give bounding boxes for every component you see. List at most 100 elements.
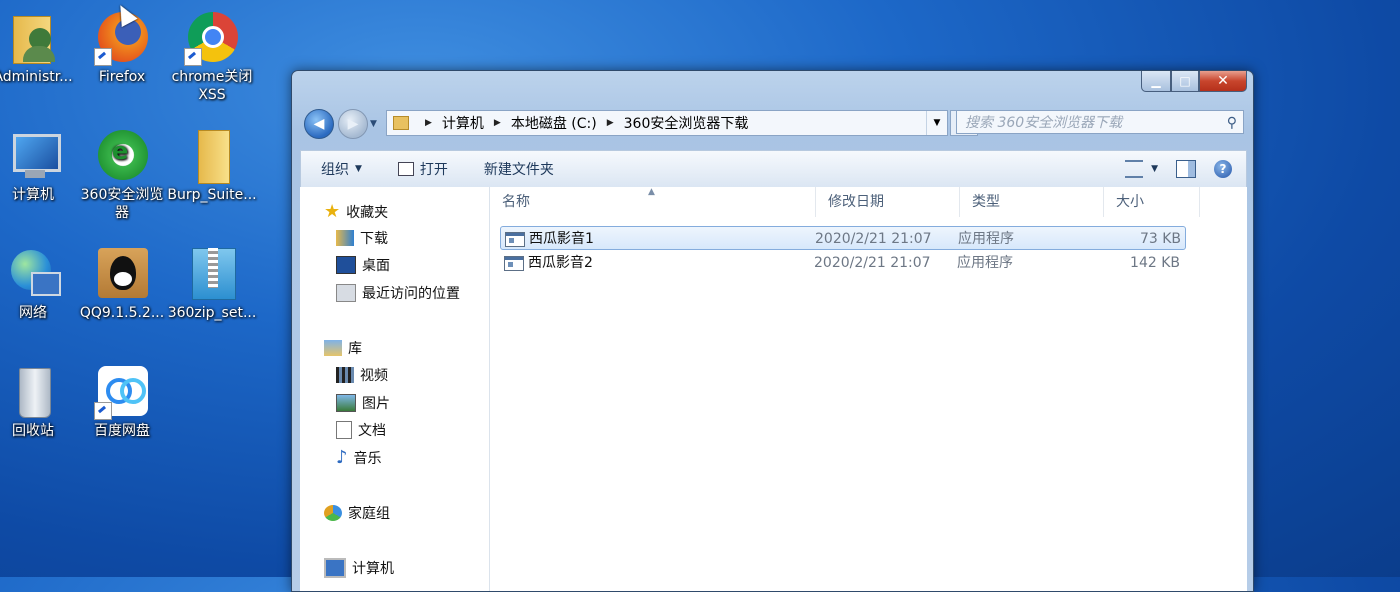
file-row[interactable]: 西瓜影音1 2020/2/21 21:07 应用程序 73 KB bbox=[500, 226, 1186, 250]
desktop-icon-chrome[interactable]: chrome关闭XSS bbox=[167, 10, 257, 104]
column-header-type[interactable]: 类型 bbox=[960, 187, 1104, 217]
back-button[interactable]: ◀ bbox=[304, 109, 334, 139]
maximize-button[interactable]: □ bbox=[1171, 71, 1199, 92]
column-label: 类型 bbox=[972, 194, 1000, 210]
search-icon[interactable]: ⚲ bbox=[1227, 111, 1237, 135]
chrome-icon bbox=[184, 10, 240, 66]
column-header-name[interactable]: ▲ 名称 bbox=[490, 187, 816, 217]
homegroup-icon bbox=[324, 505, 342, 521]
desktop-icon-label: 360安全浏览器 bbox=[80, 187, 164, 221]
address-dropdown-icon[interactable]: ▼ bbox=[926, 111, 947, 135]
desktop-icon bbox=[336, 256, 356, 274]
file-name: 西瓜影音2 bbox=[528, 255, 593, 271]
nav-label: 家庭组 bbox=[348, 506, 390, 522]
desktop-icon-label: chrome关闭XSS bbox=[171, 69, 253, 103]
nav-favorites[interactable]: ★ 收藏夹 bbox=[324, 201, 388, 222]
computer-icon bbox=[324, 558, 346, 578]
nav-desktop[interactable]: 桌面 bbox=[336, 255, 390, 275]
organize-label: 组织 bbox=[321, 162, 349, 178]
nav-label: 图片 bbox=[362, 396, 390, 412]
command-bar: 组织 ▼ 打开 新建文件夹 ▼ ? bbox=[300, 150, 1247, 188]
desktop-icon-label: QQ9.1.5.2... bbox=[79, 305, 165, 321]
baidu-netdisk-icon bbox=[94, 364, 150, 420]
recent-places-icon bbox=[336, 284, 356, 302]
help-button[interactable]: ? bbox=[1214, 160, 1232, 178]
recent-pages-dropdown[interactable]: ▼ bbox=[370, 119, 377, 129]
preview-pane-button[interactable] bbox=[1176, 160, 1196, 178]
content-area: ★ 收藏夹 下载 桌面 最近访问的位置 库 视频 图片 文档 ♪ 音乐 家庭组 … bbox=[300, 187, 1247, 591]
nav-label: 库 bbox=[348, 341, 362, 357]
shortcut-arrow-icon bbox=[94, 48, 112, 66]
nav-label: 桌面 bbox=[362, 258, 390, 274]
change-view-button[interactable]: ▼ bbox=[1125, 160, 1158, 178]
views-icon bbox=[1125, 160, 1144, 178]
organize-button[interactable]: 组织 ▼ bbox=[321, 159, 362, 179]
nav-computer[interactable]: 计算机 bbox=[324, 558, 394, 578]
new-folder-button[interactable]: 新建文件夹 bbox=[484, 159, 554, 179]
network-icon bbox=[5, 246, 61, 302]
shortcut-arrow-icon bbox=[94, 402, 112, 420]
chevron-right-icon[interactable]: ▶ bbox=[494, 118, 501, 128]
nav-label: 下载 bbox=[360, 231, 388, 247]
nav-libraries[interactable]: 库 bbox=[324, 338, 362, 358]
breadcrumb-computer[interactable]: 计算机 bbox=[442, 113, 484, 133]
column-header-size[interactable]: 大小 bbox=[1104, 187, 1200, 217]
desktop-icon-label: Burp_Suite... bbox=[167, 187, 257, 203]
desktop-icon-360zip[interactable]: 360zip_set... bbox=[167, 246, 257, 322]
column-label: 名称 bbox=[502, 194, 530, 210]
nav-music[interactable]: ♪ 音乐 bbox=[336, 447, 382, 468]
nav-label: 音乐 bbox=[353, 450, 382, 467]
file-date: 2020/2/21 21:07 bbox=[815, 231, 932, 247]
music-note-icon: ♪ bbox=[336, 447, 348, 468]
application-icon bbox=[505, 232, 525, 247]
desktop-icon-qq[interactable]: QQ9.1.5.2... bbox=[77, 246, 167, 322]
nav-label: 文档 bbox=[358, 423, 386, 439]
folder-icon bbox=[184, 128, 240, 184]
desktop-icon-burp-suite[interactable]: Burp_Suite... bbox=[167, 128, 257, 204]
application-icon bbox=[504, 256, 524, 271]
desktop-icon-baidu-netdisk[interactable]: 百度网盘 bbox=[77, 364, 167, 440]
desktop-icon-network[interactable]: 网络 bbox=[0, 246, 78, 322]
file-name: 西瓜影音1 bbox=[529, 231, 594, 247]
file-list: ▲ 名称 修改日期 类型 大小 西瓜影音1 2020/2/21 21:07 应用… bbox=[490, 187, 1247, 591]
breadcrumb-download-folder[interactable]: 360安全浏览器下载 bbox=[624, 113, 749, 133]
nav-pictures[interactable]: 图片 bbox=[336, 393, 390, 413]
file-row[interactable]: 西瓜影音2 2020/2/21 21:07 应用程序 142 KB bbox=[500, 251, 1186, 275]
desktop-icon-administrator[interactable]: Administr... bbox=[0, 10, 78, 86]
column-label: 大小 bbox=[1116, 194, 1144, 210]
desktop-icon-computer[interactable]: 计算机 bbox=[0, 128, 78, 204]
chevron-right-icon[interactable]: ▶ bbox=[607, 118, 614, 128]
search-input[interactable]: 搜索 360安全浏览器下载 ⚲ bbox=[956, 110, 1244, 134]
address-bar[interactable]: ▶ 计算机 ▶ 本地磁盘 (C:) ▶ 360安全浏览器下载 ▼ bbox=[386, 110, 948, 136]
navigation-pane: ★ 收藏夹 下载 桌面 最近访问的位置 库 视频 图片 文档 ♪ 音乐 家庭组 … bbox=[300, 187, 490, 591]
nav-downloads[interactable]: 下载 bbox=[336, 228, 388, 248]
breadcrumb-local-disk[interactable]: 本地磁盘 (C:) bbox=[511, 113, 597, 133]
downloads-folder-icon bbox=[336, 230, 354, 246]
nav-documents[interactable]: 文档 bbox=[336, 420, 386, 440]
chevron-right-icon[interactable]: ▶ bbox=[425, 118, 432, 128]
desktop-icon-recycle-bin[interactable]: 回收站 bbox=[0, 364, 78, 440]
desktop-icon-label: 百度网盘 bbox=[94, 423, 150, 439]
nav-homegroup[interactable]: 家庭组 bbox=[324, 503, 390, 523]
folder-icon bbox=[393, 116, 409, 130]
file-size: 142 KB bbox=[1130, 255, 1180, 271]
qq-icon bbox=[94, 246, 150, 302]
desktop-icon-label: 计算机 bbox=[12, 187, 54, 203]
desktop-icon-label: 回收站 bbox=[12, 423, 54, 439]
column-header-date[interactable]: 修改日期 bbox=[816, 187, 960, 217]
chevron-down-icon: ▼ bbox=[1151, 164, 1158, 174]
close-button[interactable]: ✕ bbox=[1199, 71, 1247, 92]
file-type: 应用程序 bbox=[958, 231, 1014, 247]
forward-button[interactable]: ▶ bbox=[338, 109, 368, 139]
nav-videos[interactable]: 视频 bbox=[336, 365, 388, 385]
nav-label: 最近访问的位置 bbox=[362, 286, 460, 302]
search-placeholder: 搜索 360安全浏览器下载 bbox=[965, 115, 1123, 131]
arrow-right-icon: ▶ bbox=[347, 116, 359, 132]
file-size: 73 KB bbox=[1139, 231, 1181, 247]
desktop-icon-label: Firefox bbox=[98, 69, 146, 85]
open-button[interactable]: 打开 bbox=[397, 159, 448, 179]
minimize-button[interactable]: ▁ bbox=[1141, 71, 1171, 92]
nav-recent-places[interactable]: 最近访问的位置 bbox=[336, 283, 460, 303]
explorer-window: ▁ □ ✕ ◀ ▶ ▼ ▶ 计算机 ▶ 本地磁盘 (C:) ▶ 360安全浏览器… bbox=[291, 70, 1254, 592]
desktop-icon-360-browser[interactable]: e 360安全浏览器 bbox=[77, 128, 167, 222]
